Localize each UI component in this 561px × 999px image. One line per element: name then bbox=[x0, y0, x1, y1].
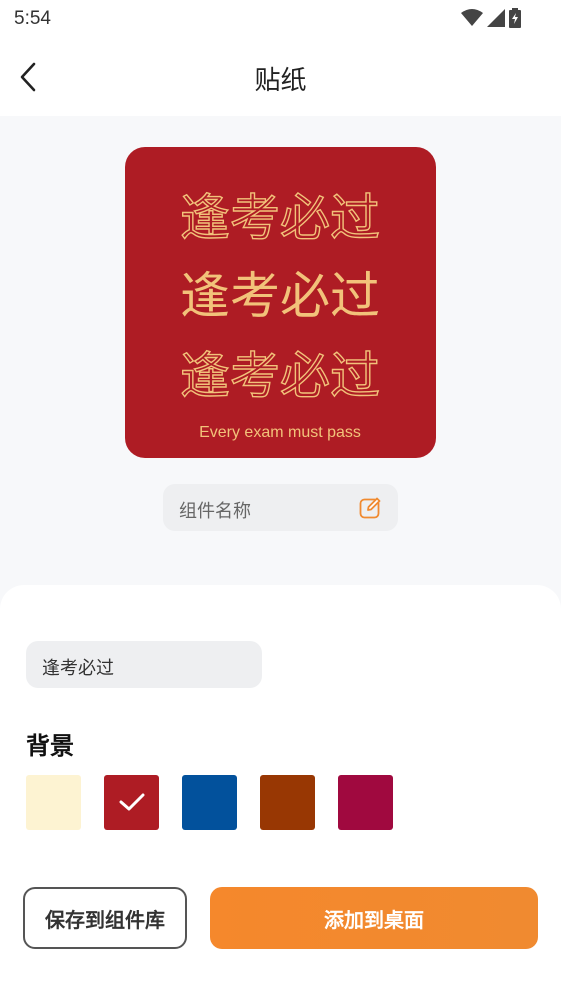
swatch-cream[interactable] bbox=[26, 775, 81, 830]
sticker-line-3: 逢考必过 bbox=[180, 347, 380, 405]
wifi-icon bbox=[461, 9, 483, 26]
edit-icon[interactable] bbox=[359, 496, 382, 519]
settings-panel: 逢考必过 背景 保存到组件库 添加到桌面 bbox=[0, 585, 561, 999]
status-bar: 5:54 bbox=[0, 0, 561, 38]
swatch-red[interactable] bbox=[104, 775, 159, 830]
nav-bar: 贴纸 bbox=[0, 38, 561, 116]
sticker-text-value: 逢考必过 bbox=[42, 658, 114, 679]
save-to-library-button[interactable]: 保存到组件库 bbox=[23, 887, 187, 949]
swatch-brown[interactable] bbox=[260, 775, 315, 830]
sticker-preview: 逢考必过 逢考必过 逢考必过 Every exam must pass bbox=[125, 147, 436, 458]
battery-icon bbox=[509, 8, 521, 28]
swatch-crimson[interactable] bbox=[338, 775, 393, 830]
signal-icon bbox=[487, 9, 505, 27]
add-to-desktop-button[interactable]: 添加到桌面 bbox=[210, 887, 538, 949]
sticker-line-1: 逢考必过 bbox=[180, 189, 380, 247]
sticker-text-input[interactable]: 逢考必过 bbox=[26, 641, 262, 688]
widget-name-field[interactable]: 组件名称 bbox=[163, 484, 398, 531]
checkmark-icon bbox=[119, 793, 145, 811]
widget-name-placeholder: 组件名称 bbox=[179, 501, 251, 522]
swatch-blue[interactable] bbox=[182, 775, 237, 830]
preview-area: 逢考必过 逢考必过 逢考必过 Every exam must pass 组件名称 bbox=[0, 116, 561, 586]
status-icons bbox=[461, 8, 521, 28]
page-title: 贴纸 bbox=[254, 66, 307, 96]
sticker-line-2: 逢考必过 bbox=[180, 267, 380, 325]
background-heading: 背景 bbox=[26, 732, 74, 760]
sticker-subtitle: Every exam must pass bbox=[199, 424, 361, 441]
status-time: 5:54 bbox=[14, 8, 51, 29]
